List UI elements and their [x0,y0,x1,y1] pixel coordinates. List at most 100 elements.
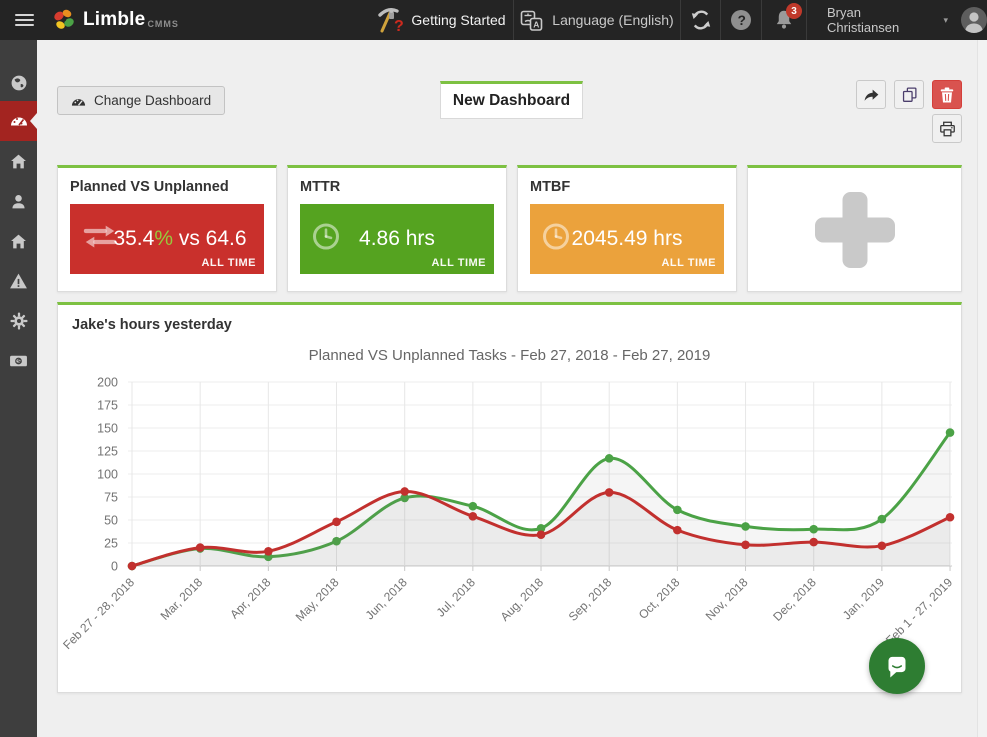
dashboard-title-tab[interactable]: New Dashboard [440,81,583,119]
y-axis-tick-label: 100 [97,468,118,482]
chart-widget-card: Jake's hours yesterday Planned VS Unplan… [57,302,962,693]
topbar: Limble CMMS ? Getting Started A Language… [0,0,987,40]
add-widget-card[interactable] [747,165,962,292]
language-icon: A [520,10,543,31]
data-point[interactable] [536,530,546,540]
data-point[interactable] [673,525,682,535]
sidebar: $ [0,40,37,737]
data-point[interactable] [945,428,955,437]
kpi-box-mttr[interactable]: 4.86 hrs ALL TIME [300,204,494,274]
help-icon: ? [731,10,751,30]
x-axis-tick-label: Nov, 2018 [703,575,751,623]
sidebar-item-dashboards[interactable] [0,101,37,141]
data-point[interactable] [195,543,205,552]
money-icon: $ [10,355,27,367]
data-point[interactable] [264,546,273,556]
user-icon [12,194,25,208]
x-axis-tick-label: Oct, 2018 [636,575,683,622]
data-point[interactable] [741,540,750,550]
x-axis-tick-label: Dec, 2018 [770,575,819,624]
chart-axes: 0 25 50 75 100 125 150 175 200 Feb 27 - 28, 2018 M… [60,376,955,653]
sidebar-item-user[interactable] [0,181,37,221]
delete-dashboard-button[interactable] [932,80,962,109]
kpi-box-mtbf[interactable]: 2045.49 hrs ALL TIME [530,204,724,274]
svg-text:$: $ [17,358,21,365]
data-point[interactable] [877,514,887,524]
change-dashboard-label: Change Dashboard [94,93,212,108]
main-content: Change Dashboard New Dashboard Planned V… [37,40,987,737]
limble-logo-icon [54,9,74,29]
kpi-card-mtbf: MTBF 2045.49 hrs ALL TIME [517,165,737,292]
data-point[interactable] [332,517,341,527]
line-chart-canvas[interactable]: 0 25 50 75 100 125 150 175 200 Feb 27 - 28, 2018 M… [58,373,963,693]
chart-title: Planned VS Unplanned Tasks - Feb 27, 201… [308,347,711,364]
data-point[interactable] [673,505,682,515]
data-point[interactable] [945,512,955,522]
x-axis-tick-label: Feb 1 - 27, 2019 [883,575,955,647]
data-point[interactable] [604,488,614,497]
language-button[interactable]: A Language (English) [513,0,681,40]
help-button[interactable]: ? [721,0,762,40]
chat-launcher-button[interactable] [869,638,925,694]
refresh-button[interactable] [681,0,721,40]
data-point[interactable] [604,454,614,463]
print-dashboard-button[interactable] [932,114,962,143]
dashboard-title: New Dashboard [452,92,571,109]
data-point[interactable] [809,524,818,534]
brand-name: Limble [83,9,146,30]
y-axis-tick-label: 125 [97,445,118,459]
avatar-icon [965,12,984,33]
chevron-down-icon: ▾ [943,14,949,25]
vertical-scrollbar[interactable] [977,40,987,737]
notifications-button[interactable]: 3 [762,0,807,40]
refresh-icon [691,10,710,30]
language-label: Language (English) [552,12,674,28]
data-point[interactable] [809,537,818,547]
data-point[interactable] [400,487,409,496]
svg-text:A: A [533,19,539,29]
menu-button[interactable] [6,0,42,40]
getting-started-label: Getting Started [411,12,506,28]
globe-icon [11,75,26,91]
kpi-badge: ALL TIME [661,257,716,269]
x-axis-tick-label: Jul, 2018 [434,575,479,620]
data-point[interactable] [877,541,887,551]
chart-widget-header: Jake's hours yesterday [72,317,232,333]
y-axis-tick-label: 0 [111,560,118,574]
data-point[interactable] [468,501,478,511]
y-axis-tick-label: 25 [104,537,118,551]
x-axis-tick-label: Aug, 2018 [498,575,547,624]
brand-suffix: CMMS [147,19,179,29]
data-point[interactable] [127,561,137,571]
sidebar-item-building[interactable] [0,221,37,261]
warning-icon [10,273,27,289]
data-point[interactable] [468,512,478,521]
kpi-box-planned[interactable]: 35.4% vs 64.6 ALL TIME [70,204,264,274]
data-point[interactable] [741,522,750,531]
share-icon [864,89,879,101]
sidebar-item-settings[interactable] [0,301,37,341]
print-icon [939,121,955,136]
gear-icon [10,312,27,330]
sidebar-item-home[interactable] [0,141,37,181]
avatar[interactable] [961,7,987,33]
y-axis-tick-label: 150 [97,422,118,436]
kpi-title: MTTR [300,179,341,195]
sidebar-item-problems[interactable] [0,261,37,301]
sidebar-item-purchasing[interactable]: $ [0,341,37,381]
trash-icon [940,87,954,102]
kpi-title: Planned VS Unplanned [70,179,229,195]
y-axis-tick-label: 75 [104,491,118,505]
duplicate-dashboard-button[interactable] [894,80,924,109]
sidebar-item-globe[interactable] [0,63,37,103]
x-axis-tick-label: Apr, 2018 [227,575,273,621]
getting-started-icon: ? [378,7,403,34]
share-dashboard-button[interactable] [856,80,886,109]
plus-icon [814,191,895,268]
user-menu[interactable]: Bryan Christiansen ▾ [807,0,987,40]
change-dashboard-button[interactable]: Change Dashboard [57,86,226,115]
getting-started-button[interactable]: ? Getting Started [370,0,513,40]
hamburger-icon [14,11,34,29]
brand-logo[interactable]: Limble CMMS [52,0,179,40]
y-axis-tick-label: 175 [97,399,118,413]
